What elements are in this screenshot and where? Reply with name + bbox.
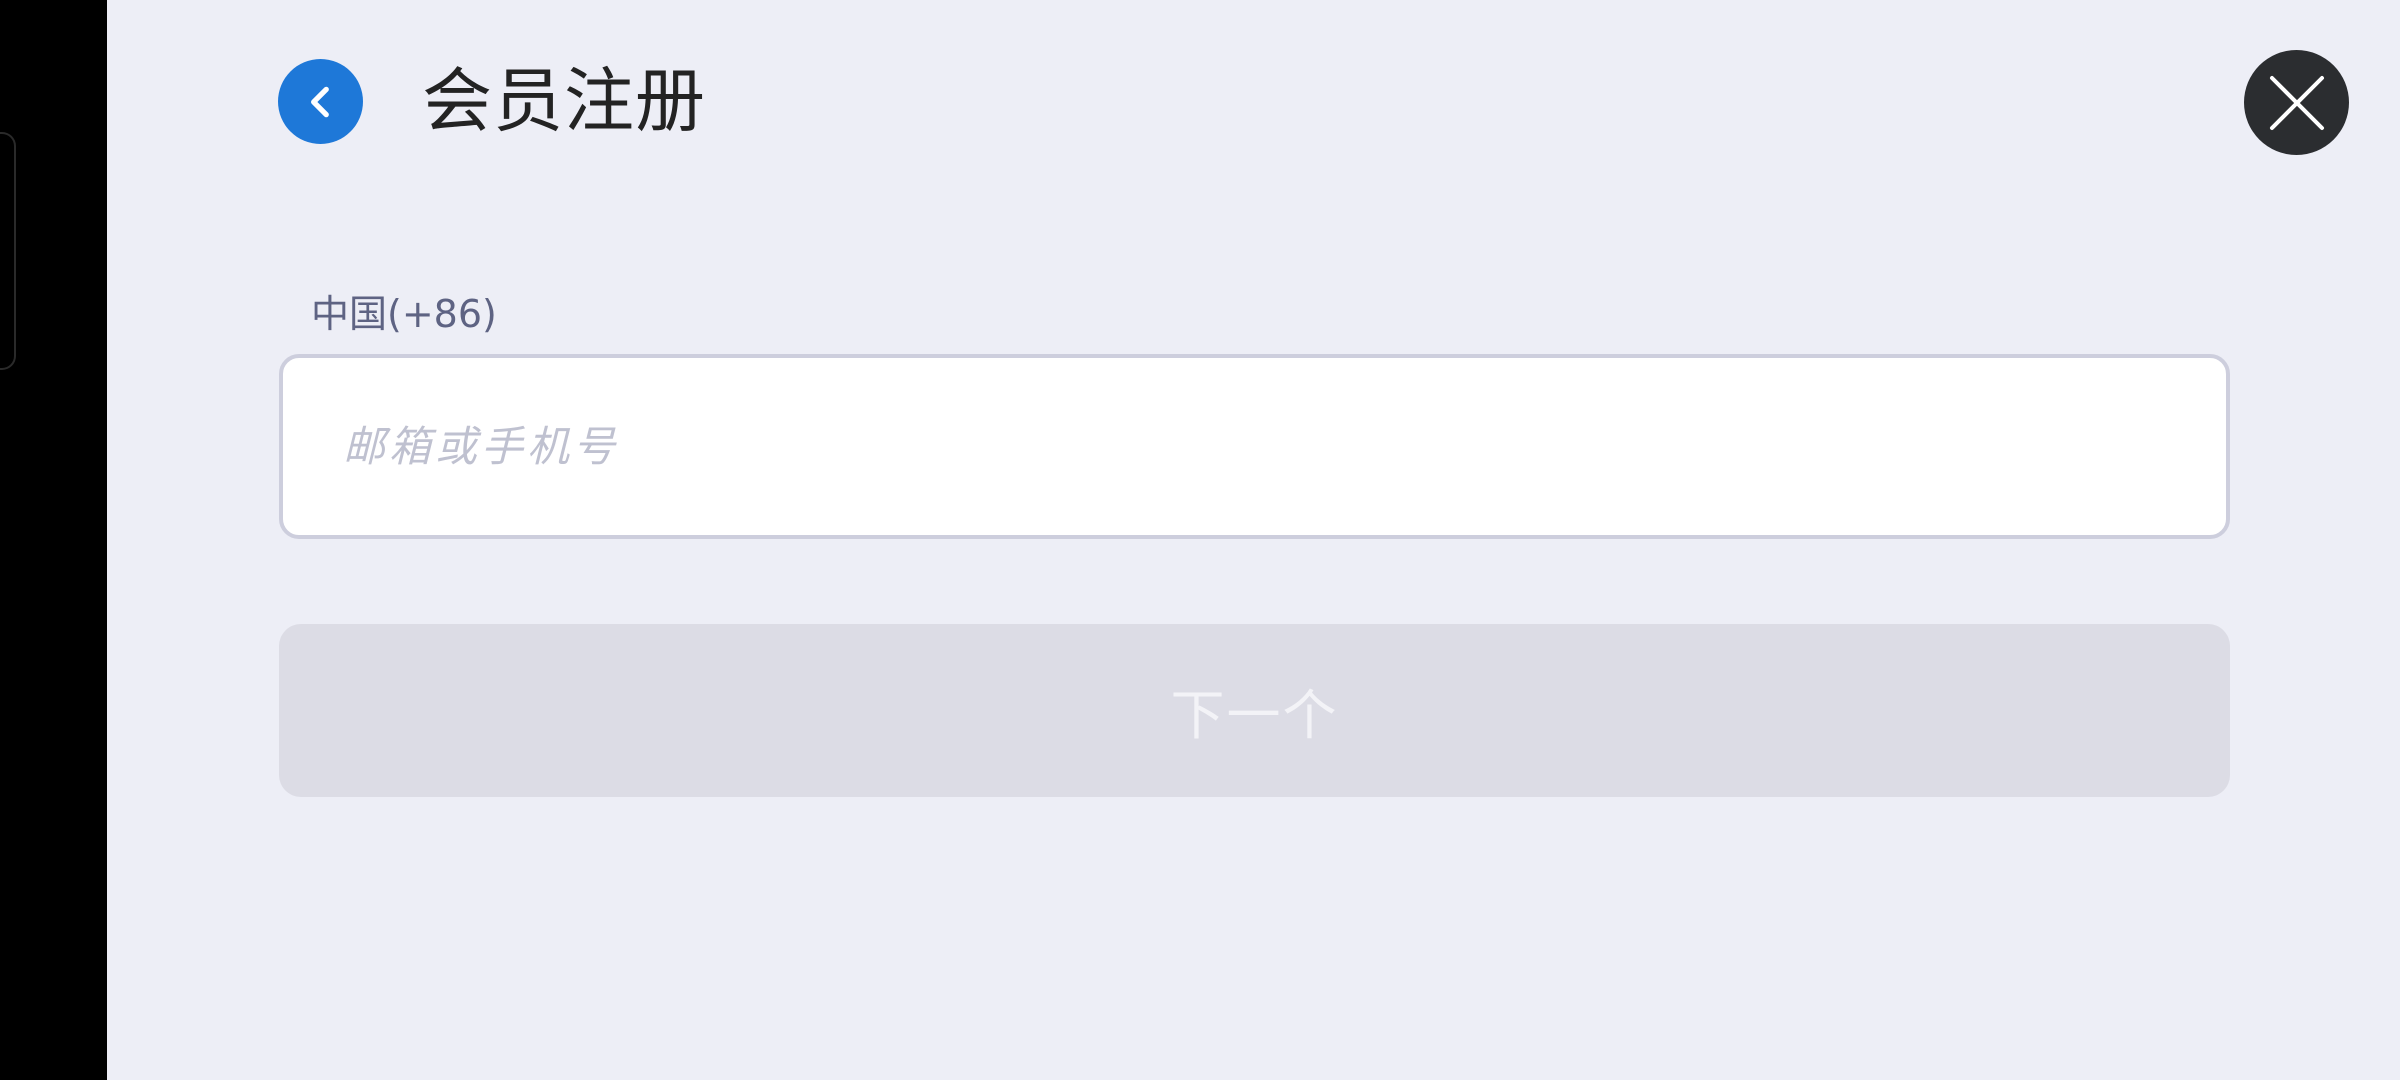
chevron-left-icon — [300, 81, 342, 123]
next-button[interactable]: 下一个 — [279, 624, 2230, 797]
close-icon — [2268, 74, 2326, 132]
device-screen: 会员注册 中国(+86) 下一个 — [0, 0, 2400, 1080]
email-or-phone-input[interactable] — [343, 358, 2173, 535]
close-button[interactable] — [2244, 50, 2349, 155]
country-code-selector[interactable]: 中国(+86) — [311, 288, 497, 340]
page-title: 会员注册 — [422, 60, 706, 142]
account-input-container[interactable] — [279, 354, 2230, 539]
back-button[interactable] — [278, 59, 363, 144]
registration-page: 会员注册 中国(+86) 下一个 — [107, 0, 2400, 1080]
display-cutout-edge — [0, 132, 16, 370]
